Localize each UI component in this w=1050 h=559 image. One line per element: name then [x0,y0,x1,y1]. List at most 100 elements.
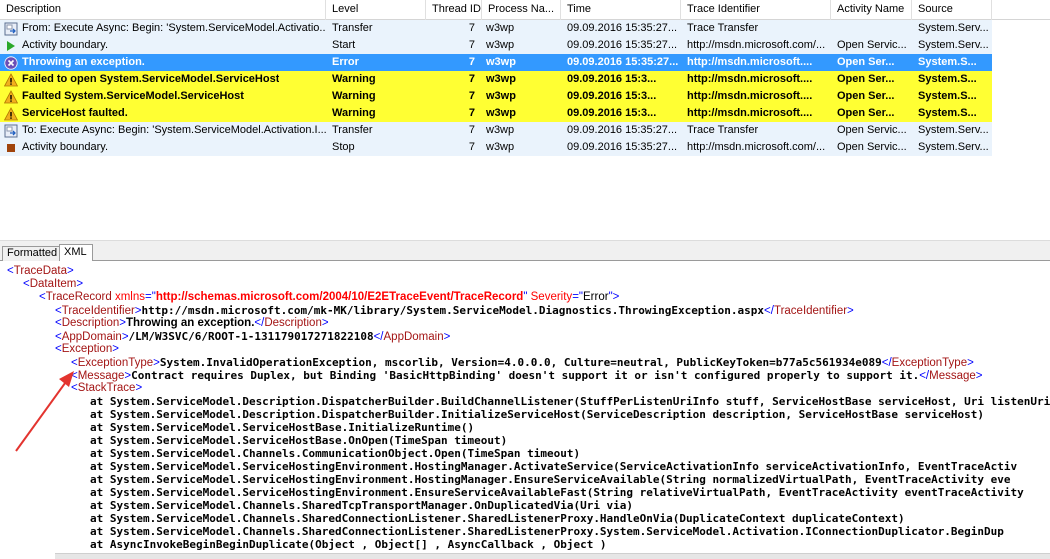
warning-icon [4,72,18,87]
xml-attr-xmlns-value: http://schemas.microsoft.com/2004/10/E2E… [155,291,524,303]
trace-row-process-name: w3wp [482,105,561,122]
transfer-icon [4,124,18,138]
trace-row-filler [992,54,1050,71]
trace-row-description-text: Failed to open System.ServiceModel.Servi… [22,73,280,85]
trace-row-description: ServiceHost faulted. [0,105,326,122]
trace-row-time: 09.09.2016 15:3... [561,105,681,122]
trace-row-level: Warning [326,71,426,88]
trace-row-process-name: w3wp [482,20,561,37]
trace-row-process-name: w3wp [482,37,561,54]
trace-row-activity-name: Open Servic... [831,139,912,156]
xml-tag-description: Description [61,317,120,329]
trace-row-time: 09.09.2016 15:35:27... [561,54,681,71]
trace-row[interactable]: Faulted System.ServiceModel.ServiceHost W… [0,88,1050,105]
trace-row-description: Activity boundary. [0,139,326,156]
column-thread-id[interactable]: Thread ID [426,0,482,20]
trace-row-trace-identifier: Trace Transfer [681,122,831,139]
trace-rows: From: Execute Async: Begin: 'System.Serv… [0,20,1050,156]
trace-row[interactable]: ServiceHost faulted. Warning 7 w3wp 09.09.20… [0,105,1050,122]
trace-row-activity-name: Open Ser... [831,105,912,122]
trace-row-trace-identifier: http://msdn.microsoft.com/... [681,139,831,156]
xml-attr-severity: Severity [530,291,573,303]
xml-line-message: <Message>Contract requires Duplex, but B… [71,369,983,382]
trace-row-filler [992,88,1050,105]
trace-row-thread-id: 7 [426,139,482,156]
trace-row[interactable]: From: Execute Async: Begin: 'System.Serv… [0,20,1050,37]
xml-tag-appdomain: AppDomain [61,331,122,343]
column-description[interactable]: Description [0,0,326,20]
trace-row-description-text: Throwing an exception. [22,56,145,68]
trace-row-description: Failed to open System.ServiceModel.Servi… [0,71,326,88]
xml-line-exception: <Exception> [55,343,119,355]
trace-row-time: 09.09.2016 15:35:27... [561,37,681,54]
tab-xml[interactable]: XML [59,244,93,262]
trace-row-level: Warning [326,88,426,105]
trace-list[interactable]: Description Level Thread ID Process Na..… [0,0,1050,240]
trace-row[interactable]: Throwing an exception. Error 7 w3wp 09.09.20… [0,54,1050,71]
trace-row[interactable]: Activity boundary. Stop 7 w3wp 09.09.2016 15… [0,139,1050,156]
column-process-name[interactable]: Process Na... [482,0,561,20]
xml-stacktrace-line: at System.ServiceModel.Channels.SharedCo… [90,512,905,525]
warning-icon [4,89,18,104]
xml-view[interactable]: <TraceData> <DataItem> <TraceRecord xmln… [0,261,1050,559]
xml-tag-traceidentifier-close: TraceIdentifier [773,305,848,317]
column-level[interactable]: Level [326,0,426,20]
trace-row-level: Warning [326,105,426,122]
xml-stacktrace-line: at System.ServiceModel.Description.Dispa… [90,408,985,421]
trace-row-filler [992,139,1050,156]
trace-row-description-text: Activity boundary. [22,141,109,153]
column-time[interactable]: Time [561,0,681,20]
trace-row-time: 09.09.2016 15:35:27... [561,20,681,37]
trace-row-description-text: Faulted System.ServiceModel.ServiceHost [22,90,244,102]
column-trace-identifier[interactable]: Trace Identifier [681,0,831,20]
trace-row-source: System.S... [912,54,992,71]
xml-tag-message-close: Message [929,370,976,382]
trace-row-time: 09.09.2016 15:3... [561,71,681,88]
trace-row-filler [992,37,1050,54]
xml-value-exceptiontype: System.InvalidOperationException, mscorl… [159,356,882,369]
trace-row-trace-identifier: http://msdn.microsoft.... [681,105,831,122]
trace-row-process-name: w3wp [482,71,561,88]
trace-row-thread-id: 7 [426,54,482,71]
trace-row-source: System.Serv... [912,139,992,156]
xml-stacktrace-line: at System.ServiceModel.ServiceHostBase.I… [90,421,475,434]
trace-row[interactable]: Failed to open System.ServiceModel.Servi… [0,71,1050,88]
trace-row-activity-name: Open Ser... [831,71,912,88]
xml-stacktrace-line: at System.ServiceModel.ServiceHostingEnv… [90,473,1011,486]
xml-tag-stacktrace: StackTrace [77,382,136,394]
column-filler [992,0,1050,20]
trace-row-filler [992,20,1050,37]
xml-tag-exception: Exception [61,343,113,355]
trace-row-thread-id: 7 [426,105,482,122]
tab-formatted[interactable]: Formatted [2,246,60,261]
trace-row-description: From: Execute Async: Begin: 'System.Serv… [0,20,326,37]
trace-row-description-text: From: Execute Async: Begin: 'System.Serv… [22,22,326,34]
error-icon [4,55,18,70]
horizontal-scrollbar[interactable] [55,553,1050,559]
transfer-icon [4,22,18,36]
xml-tag-tracedata: TraceData [13,265,67,277]
xml-stacktrace-line: at System.ServiceModel.ServiceHostingEnv… [90,460,1018,473]
trace-row-source: System.S... [912,105,992,122]
trace-row-level: Transfer [326,20,426,37]
trace-row[interactable]: Activity boundary. Start 7 w3wp 09.09.2016 1… [0,37,1050,54]
xml-line-exceptiontype: <ExceptionType>System.InvalidOperationEx… [71,356,974,369]
trace-row[interactable]: To: Execute Async: Begin: 'System.Servic… [0,122,1050,139]
xml-tag-appdomain-close: AppDomain [383,331,444,343]
column-source[interactable]: Source [912,0,992,20]
trace-row-trace-identifier: http://msdn.microsoft.... [681,54,831,71]
trace-list-header: Description Level Thread ID Process Na..… [0,0,1050,20]
trace-row-description-text: To: Execute Async: Begin: 'System.Servic… [22,124,326,136]
trace-row-process-name: w3wp [482,122,561,139]
trace-row-source: System.Serv... [912,37,992,54]
trace-row-thread-id: 7 [426,122,482,139]
xml-tag-exceptiontype-close: ExceptionType [891,357,968,369]
trace-row-source: System.S... [912,71,992,88]
xml-value-appdomain: /LM/W3SVC/6/ROOT-1-131179017271822108 [128,330,374,343]
xml-line-dataitem: <DataItem> [23,278,84,290]
column-activity-name[interactable]: Activity Name [831,0,912,20]
trace-row-time: 09.09.2016 15:3... [561,88,681,105]
trace-row-process-name: w3wp [482,88,561,105]
xml-tag-dataitem: DataItem [29,278,77,290]
xml-stacktrace-line: at System.ServiceModel.Channels.SharedTc… [90,499,634,512]
